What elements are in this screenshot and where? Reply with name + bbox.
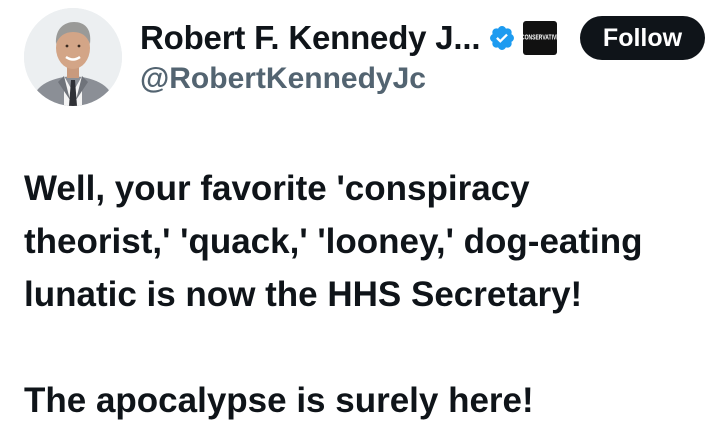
tweet-closing-line: The apocalypse is surely here! — [24, 381, 534, 420]
affiliation-badge-text: CONSERVATIVE — [523, 33, 557, 43]
tweet-line: lunatic is now the HHS Secretary! — [24, 275, 583, 314]
author-display-name[interactable]: Robert F. Kennedy J... — [140, 19, 481, 57]
tweet-line: Well, your favorite 'conspiracy — [24, 169, 530, 208]
affiliation-badge[interactable]: CONSERVATIVE — [523, 21, 558, 55]
avatar[interactable] — [24, 8, 122, 106]
author-name-row: Robert F. Kennedy J... CONSERVATIVE — [140, 14, 558, 62]
follow-button[interactable]: Follow — [580, 16, 705, 60]
profile-photo — [24, 8, 122, 106]
tweet-text: Well, your favorite 'conspiracy theorist… — [24, 162, 714, 427]
verified-badge-icon[interactable] — [488, 24, 516, 52]
tweet-line: theorist,' 'quack,' 'looney,' dog-eating — [24, 222, 643, 261]
author-handle[interactable]: @RobertKennedyJc — [140, 62, 426, 96]
